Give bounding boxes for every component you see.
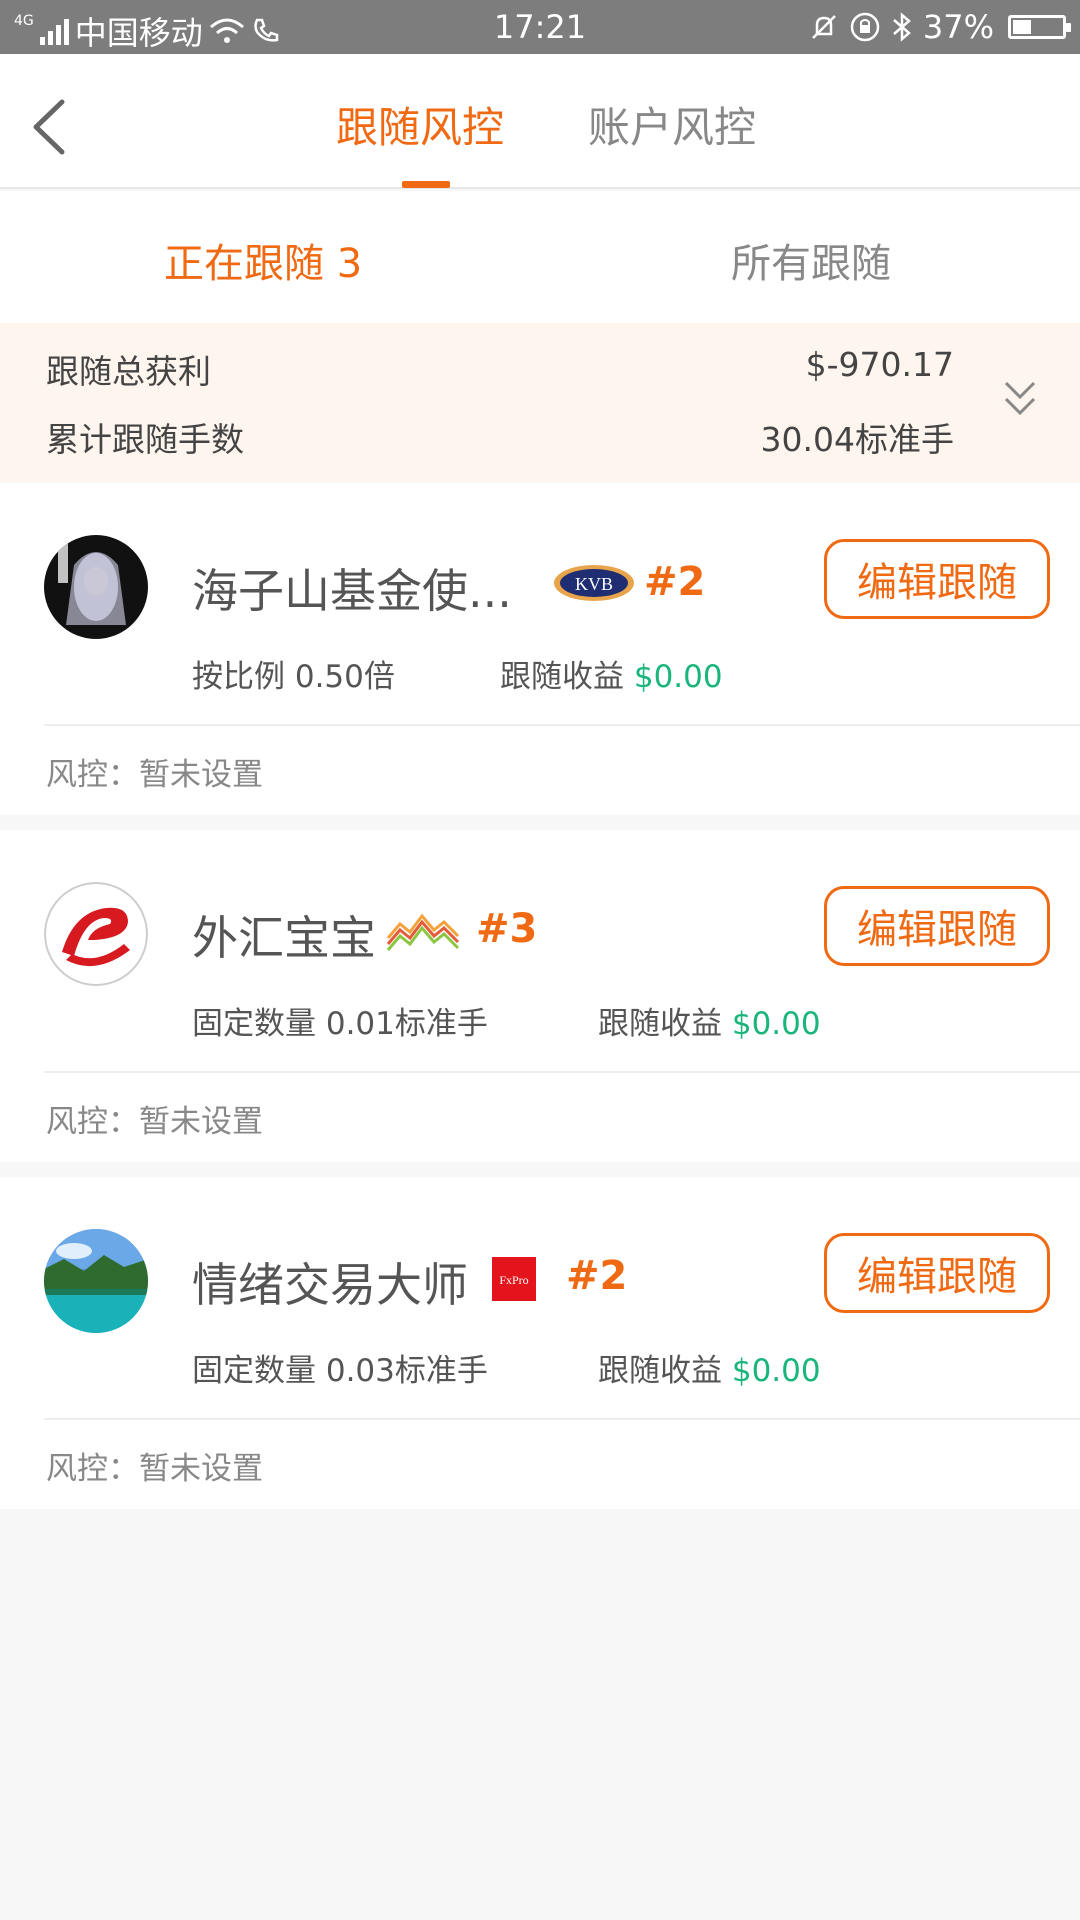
follow-mode-label: 固定数量 bbox=[192, 1353, 316, 1389]
follow-mode-value: 0.01标准手 bbox=[325, 1006, 488, 1042]
back-icon[interactable] bbox=[26, 92, 76, 162]
risk-control-value: 暂未设置 bbox=[139, 1451, 263, 1487]
status-right: 37% bbox=[809, 8, 1071, 46]
trader-rank: #3 bbox=[476, 906, 538, 952]
follow-mode: 按比例 0.50倍 bbox=[192, 651, 395, 696]
wave-logo-icon bbox=[386, 910, 460, 958]
risk-control-value: 暂未设置 bbox=[139, 757, 263, 793]
fxpro-logo-icon: FxPro bbox=[492, 1257, 536, 1305]
trader-name[interactable]: 外汇宝宝 bbox=[192, 902, 376, 968]
risk-control-label: 风控： bbox=[46, 1451, 139, 1487]
total-lots-row: 累计跟随手数 30.04标准手 bbox=[46, 413, 954, 461]
edit-follow-button[interactable]: 编辑跟随 bbox=[824, 886, 1050, 966]
battery-icon bbox=[1008, 15, 1071, 39]
tab-account-risk[interactable]: 账户风控 bbox=[588, 94, 756, 155]
follow-mode-label: 固定数量 bbox=[192, 1006, 316, 1042]
avatar[interactable] bbox=[44, 882, 148, 986]
trader-rank: #2 bbox=[566, 1253, 628, 1299]
follow-subtabs: 正在跟随 3 所有跟随 bbox=[0, 191, 1080, 323]
total-profit-label: 跟随总获利 bbox=[46, 352, 211, 391]
trader-card: 情绪交易大师 FxPro #2 编辑跟随 固定数量 0.03标准手 跟随收益 $… bbox=[0, 1177, 1080, 1509]
rotation-lock-icon bbox=[850, 12, 880, 42]
divider bbox=[44, 1071, 1080, 1073]
follow-mode: 固定数量 0.01标准手 bbox=[192, 998, 488, 1043]
follow-profit-label: 跟随收益 bbox=[500, 659, 624, 695]
follow-profit: 跟随收益 $0.00 bbox=[500, 651, 723, 696]
total-lots-value: 30.04标准手 bbox=[760, 420, 954, 459]
battery-percent: 37% bbox=[922, 8, 994, 46]
risk-control-status: 风控：暂未设置 bbox=[46, 1443, 263, 1488]
broker-logo-text: FxPro bbox=[499, 1273, 528, 1287]
edit-follow-button[interactable]: 编辑跟随 bbox=[824, 1233, 1050, 1313]
edit-follow-button[interactable]: 编辑跟随 bbox=[824, 539, 1050, 619]
follow-profit: 跟随收益 $0.00 bbox=[598, 1345, 821, 1390]
total-lots-label: 累计跟随手数 bbox=[46, 420, 244, 459]
follow-profit-value: $0.00 bbox=[633, 659, 723, 695]
total-profit-value: $-970.17 bbox=[805, 345, 954, 384]
avatar[interactable] bbox=[44, 535, 148, 639]
follow-summary: 跟随总获利 $-970.17 累计跟随手数 30.04标准手 bbox=[0, 323, 1080, 481]
risk-control-status: 风控：暂未设置 bbox=[46, 1096, 263, 1141]
follow-mode-value: 0.03标准手 bbox=[325, 1353, 488, 1389]
follow-profit-label: 跟随收益 bbox=[598, 1006, 722, 1042]
subtab-all-follows[interactable]: 所有跟随 bbox=[731, 231, 891, 289]
avatar[interactable] bbox=[44, 1229, 148, 1333]
follow-profit-value: $0.00 bbox=[731, 1006, 821, 1042]
nav-header: 跟随风控 账户风控 bbox=[0, 54, 1080, 189]
follow-profit: 跟随收益 $0.00 bbox=[598, 998, 821, 1043]
follow-profit-value: $0.00 bbox=[731, 1353, 821, 1389]
follow-mode-value: 0.50倍 bbox=[294, 659, 395, 695]
trader-card: 海子山基金使... KVB #2 编辑跟随 按比例 0.50倍 跟随收益 $0.… bbox=[0, 483, 1080, 815]
total-profit-row: 跟随总获利 $-970.17 bbox=[46, 345, 954, 393]
mute-icon bbox=[811, 15, 836, 39]
follow-mode-label: 按比例 bbox=[192, 659, 285, 695]
risk-control-label: 风控： bbox=[46, 757, 139, 793]
trader-name[interactable]: 情绪交易大师 bbox=[192, 1249, 468, 1315]
divider bbox=[44, 724, 1080, 726]
kvb-logo-icon: KVB bbox=[552, 563, 636, 607]
active-tab-indicator bbox=[402, 181, 450, 188]
divider bbox=[44, 1418, 1080, 1420]
broker-logo-text: KVB bbox=[575, 574, 613, 594]
status-bar: 4G 中国移动 17:21 37% bbox=[0, 0, 1080, 54]
trader-name[interactable]: 海子山基金使... bbox=[192, 555, 512, 621]
risk-control-label: 风控： bbox=[46, 1104, 139, 1140]
follow-mode: 固定数量 0.03标准手 bbox=[192, 1345, 488, 1390]
trader-card: 外汇宝宝 #3 编辑跟随 固定数量 0.01标准手 跟随收益 $0.00 风控：… bbox=[0, 830, 1080, 1162]
bluetooth-icon bbox=[893, 12, 911, 42]
risk-control-value: 暂未设置 bbox=[139, 1104, 263, 1140]
trader-rank: #2 bbox=[644, 559, 706, 605]
follow-profit-label: 跟随收益 bbox=[598, 1353, 722, 1389]
tab-follow-risk[interactable]: 跟随风控 bbox=[336, 94, 504, 155]
subtab-following[interactable]: 正在跟随 3 bbox=[164, 231, 362, 289]
risk-control-status: 风控：暂未设置 bbox=[46, 749, 263, 794]
expand-down-icon[interactable] bbox=[1000, 375, 1040, 423]
